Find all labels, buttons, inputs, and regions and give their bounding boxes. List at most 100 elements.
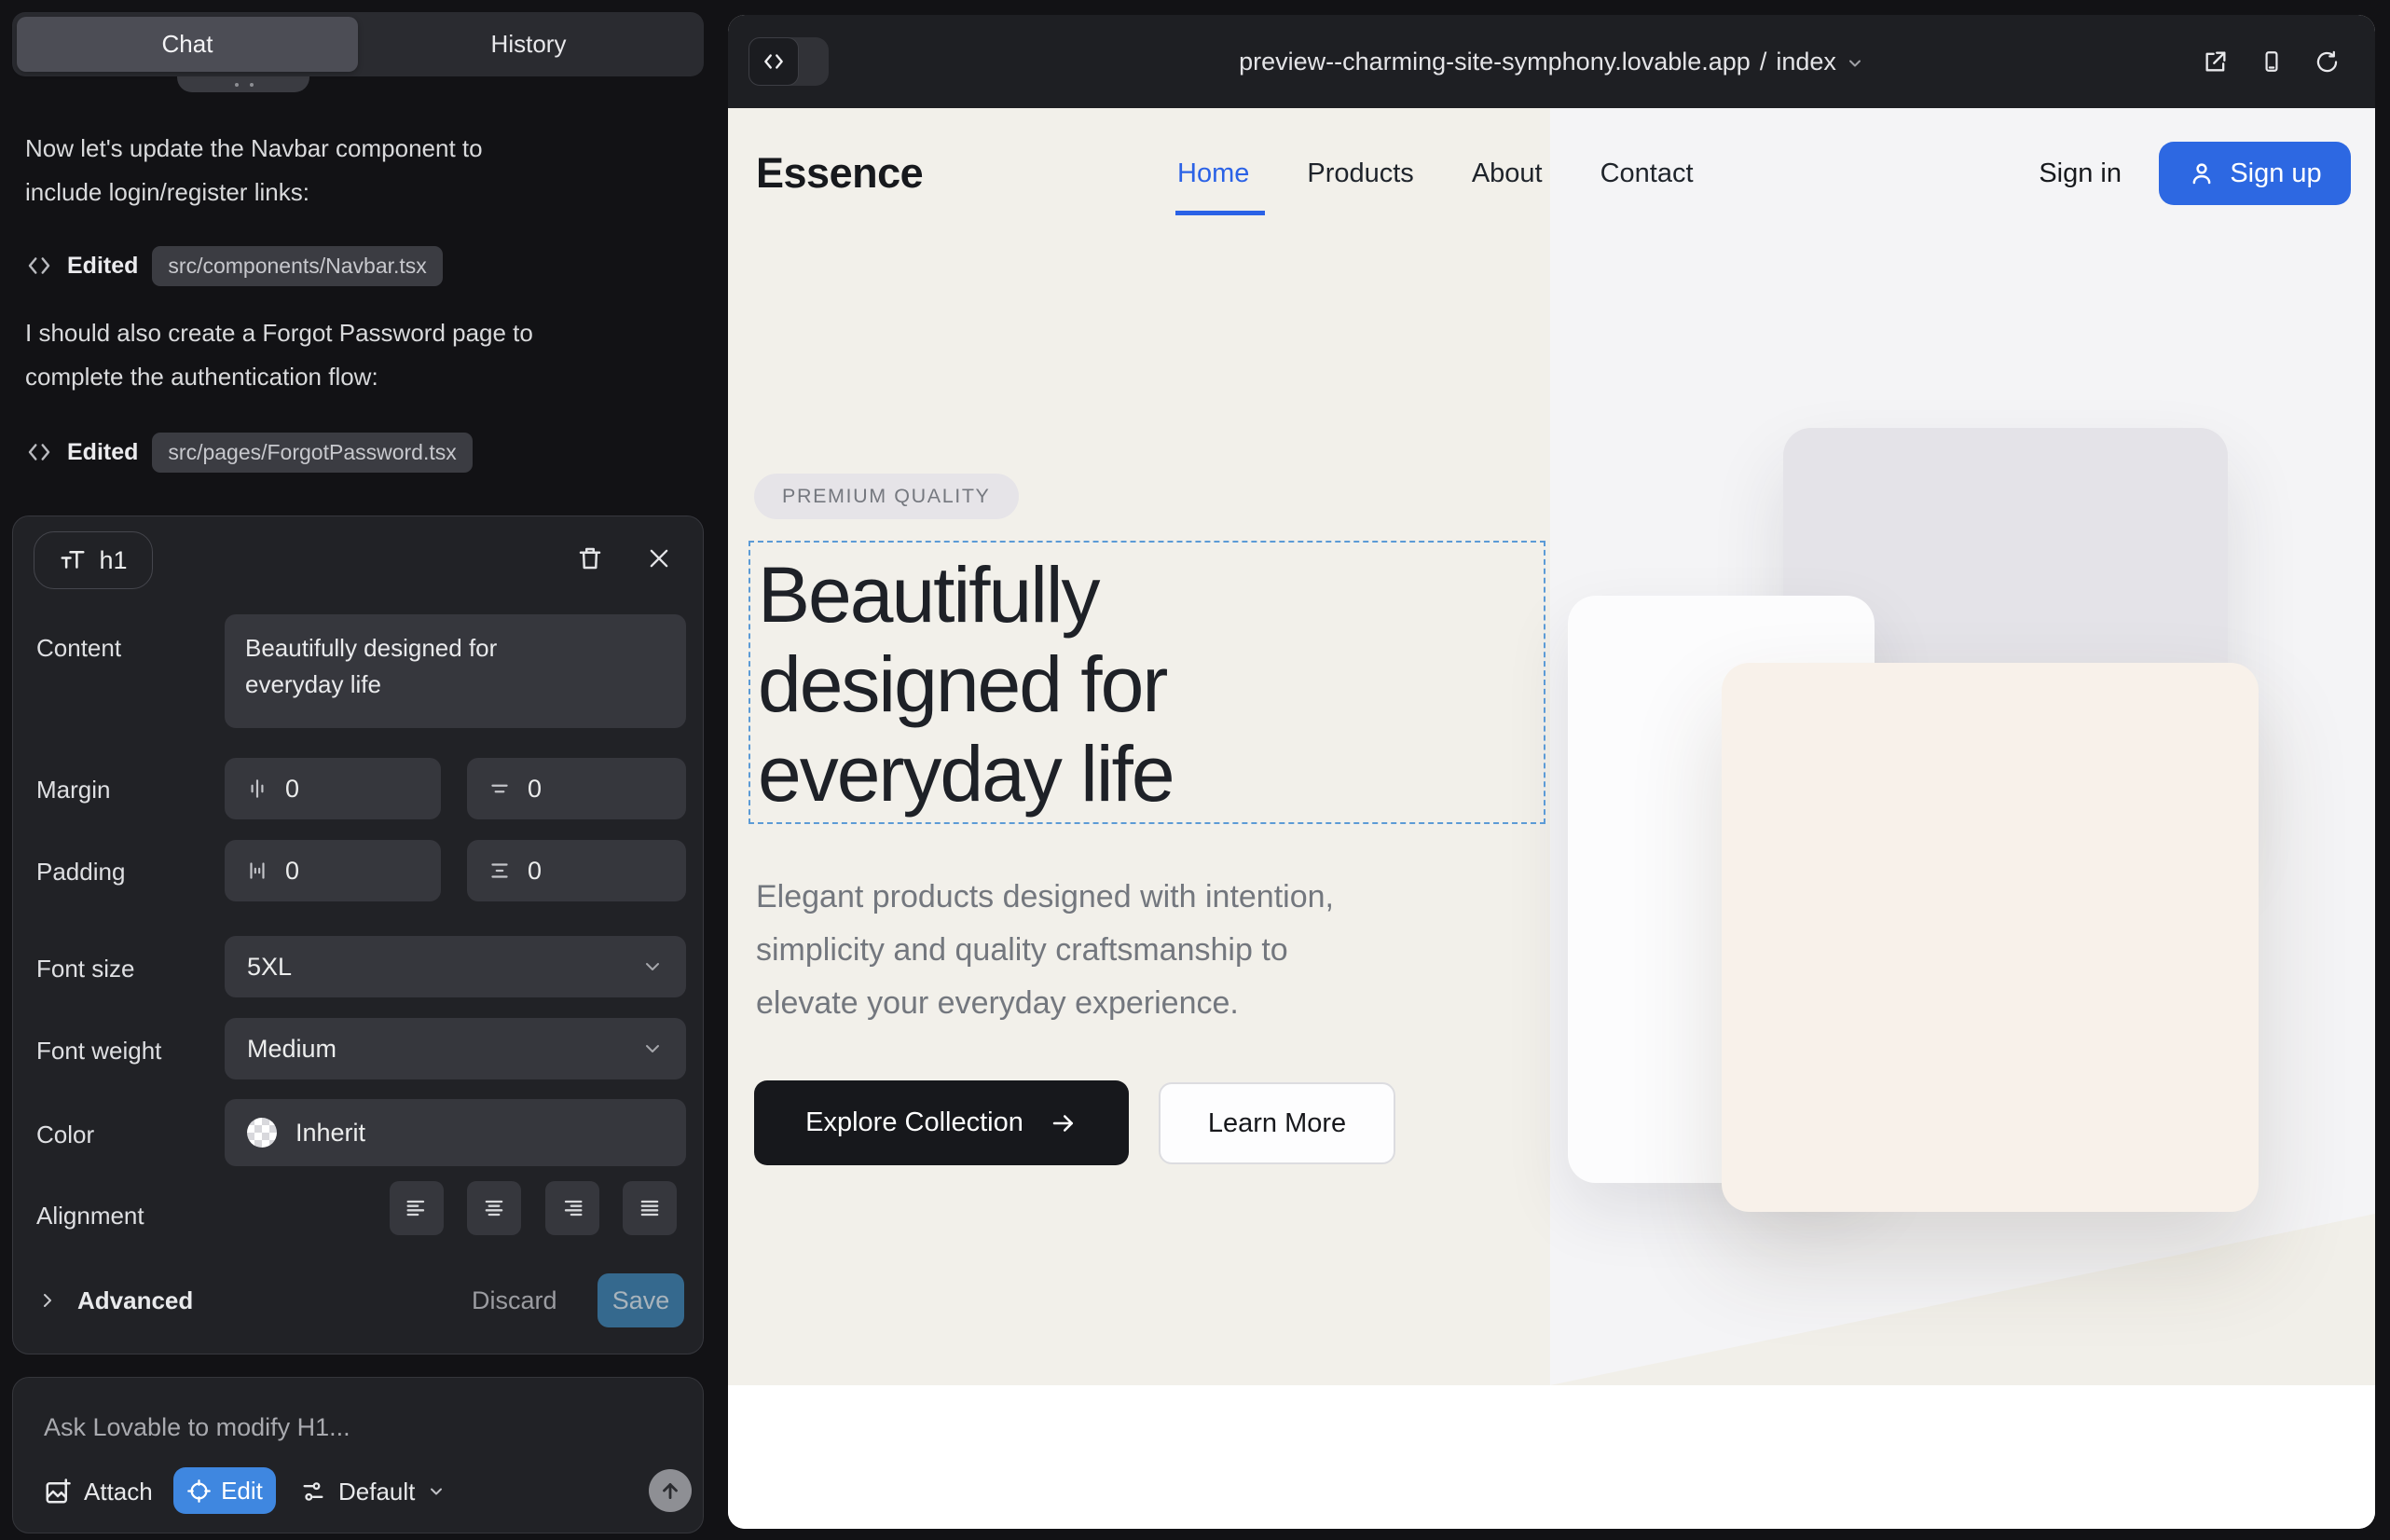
padding-x-input[interactable]: 0 xyxy=(225,840,441,901)
align-left-icon xyxy=(404,1195,430,1221)
alignment-label: Alignment xyxy=(36,1202,144,1231)
edited-file-row[interactable]: Edited src/pages/ForgotPassword.tsx xyxy=(25,431,473,474)
sidebar-tabbar: Chat History xyxy=(12,12,704,76)
padding-label: Padding xyxy=(36,858,125,887)
advanced-label: Advanced xyxy=(77,1286,193,1315)
file-path-chip[interactable]: src/pages/ForgotPassword.tsx xyxy=(152,433,472,473)
selected-element-tag[interactable]: h1 xyxy=(34,531,153,589)
preview-url: preview--charming-site-symphony.lovable.… xyxy=(1239,48,1751,76)
edited-label: Edited xyxy=(67,253,138,280)
hero-card-cream xyxy=(1722,663,2259,1212)
chevron-down-icon xyxy=(641,1038,664,1060)
trash-icon xyxy=(576,544,604,572)
margin-y-input[interactable]: 0 xyxy=(467,758,686,819)
nav-link-home[interactable]: Home xyxy=(1177,140,1249,207)
chevron-down-icon xyxy=(427,1482,446,1501)
sign-in-link[interactable]: Sign in xyxy=(2039,158,2122,189)
crosshair-icon xyxy=(186,1478,212,1504)
edit-label: Edit xyxy=(221,1477,263,1506)
close-icon xyxy=(646,545,672,571)
edited-file-row[interactable]: Edited src/components/Navbar.tsx xyxy=(25,244,443,287)
attach-button[interactable]: Attach xyxy=(44,1469,153,1514)
align-left-button[interactable] xyxy=(390,1181,444,1235)
color-select[interactable]: Inherit xyxy=(225,1099,686,1166)
align-center-button[interactable] xyxy=(467,1181,521,1235)
margin-label: Margin xyxy=(36,776,110,804)
align-justify-button[interactable] xyxy=(623,1181,677,1235)
code-icon xyxy=(25,252,53,280)
default-label: Default xyxy=(338,1478,415,1506)
site-preview: Essence Home Products About Contact Sign… xyxy=(728,108,2375,1529)
discard-button[interactable]: Discard xyxy=(472,1272,557,1329)
margin-x-value: 0 xyxy=(285,775,299,804)
content-label: Content xyxy=(36,634,121,663)
url-bar[interactable]: preview--charming-site-symphony.lovable.… xyxy=(728,15,2375,108)
nav-link-contact[interactable]: Contact xyxy=(1600,140,1694,207)
tab-chat[interactable]: Chat xyxy=(17,17,358,72)
edited-label: Edited xyxy=(67,439,138,466)
composer-placeholder[interactable]: Ask Lovable to modify H1... xyxy=(44,1413,350,1442)
color-value: Inherit xyxy=(295,1119,365,1148)
user-icon xyxy=(2188,159,2216,187)
font-size-label: Font size xyxy=(36,955,135,983)
hero-description: Elegant products designed with intention… xyxy=(756,871,1334,1030)
margin-y-value: 0 xyxy=(528,775,542,804)
chevron-down-icon xyxy=(1846,54,1864,73)
page-selector[interactable]: index xyxy=(1776,48,1836,76)
sign-up-label: Sign up xyxy=(2230,158,2321,189)
align-center-icon xyxy=(481,1195,507,1221)
browser-actions xyxy=(2203,15,2340,108)
mobile-view-button[interactable] xyxy=(2260,49,2284,74)
color-label: Color xyxy=(36,1121,94,1149)
padding-x-value: 0 xyxy=(285,857,299,886)
nav-auth-group: Sign in Sign up xyxy=(2039,140,2351,207)
model-default-select[interactable]: Default xyxy=(300,1469,446,1514)
explore-collection-button[interactable]: Explore Collection xyxy=(754,1080,1129,1165)
color-swatch xyxy=(247,1118,277,1148)
learn-more-button[interactable]: Learn More xyxy=(1159,1082,1395,1164)
close-editor-button[interactable] xyxy=(641,541,677,576)
nav-links: Home Products About Contact xyxy=(1177,140,1694,207)
tab-history[interactable]: History xyxy=(358,17,699,72)
hero-headline[interactable]: Beautifully designed for everyday life xyxy=(758,550,1174,818)
edit-mode-button[interactable]: Edit xyxy=(173,1467,276,1514)
padding-y-icon xyxy=(488,859,512,883)
premium-quality-badge: PREMIUM QUALITY xyxy=(754,474,1019,519)
save-button[interactable]: Save xyxy=(598,1273,684,1327)
font-weight-value: Medium xyxy=(247,1035,337,1064)
nav-link-about[interactable]: About xyxy=(1472,140,1543,207)
padding-x-icon xyxy=(245,859,269,883)
attach-label: Attach xyxy=(84,1478,153,1506)
chat-message: I should also create a Forgot Password p… xyxy=(25,311,533,399)
arrow-up-icon xyxy=(658,1478,682,1503)
hero-diagonal-decor xyxy=(1550,1214,2375,1385)
align-right-button[interactable] xyxy=(545,1181,599,1235)
sliders-icon xyxy=(300,1478,326,1505)
lovable-app: Chat History Now let's update the Navbar… xyxy=(0,0,2390,1540)
send-button[interactable] xyxy=(649,1469,692,1512)
padding-y-input[interactable]: 0 xyxy=(467,840,686,901)
file-path-chip[interactable]: src/components/Navbar.tsx xyxy=(152,246,442,286)
align-justify-icon xyxy=(637,1195,663,1221)
delete-element-button[interactable] xyxy=(572,541,608,576)
refresh-button[interactable] xyxy=(2314,49,2340,75)
site-navbar: Essence Home Products About Contact Sign… xyxy=(728,140,2375,207)
align-right-icon xyxy=(559,1195,585,1221)
tag-name: h1 xyxy=(99,546,127,575)
chat-composer[interactable]: Ask Lovable to modify H1... Attach Edit … xyxy=(12,1377,704,1533)
margin-x-icon xyxy=(245,777,269,801)
open-external-button[interactable] xyxy=(2203,48,2229,75)
advanced-toggle[interactable]: Advanced xyxy=(36,1272,193,1329)
element-editor-panel: h1 Content Beautifully designed for ever… xyxy=(12,516,704,1354)
scrolled-chip-fragment xyxy=(177,75,309,92)
browser-toolbar: preview--charming-site-symphony.lovable.… xyxy=(728,15,2375,108)
content-textarea[interactable]: Beautifully designed for everyday life xyxy=(225,614,686,728)
font-size-select[interactable]: 5XL xyxy=(225,936,686,997)
site-logo[interactable]: Essence xyxy=(756,140,923,207)
preview-browser-window: preview--charming-site-symphony.lovable.… xyxy=(728,15,2375,1529)
sign-up-button[interactable]: Sign up xyxy=(2159,142,2351,205)
font-weight-select[interactable]: Medium xyxy=(225,1018,686,1079)
nav-link-products[interactable]: Products xyxy=(1307,140,1413,207)
chevron-right-icon xyxy=(36,1289,59,1312)
margin-x-input[interactable]: 0 xyxy=(225,758,441,819)
